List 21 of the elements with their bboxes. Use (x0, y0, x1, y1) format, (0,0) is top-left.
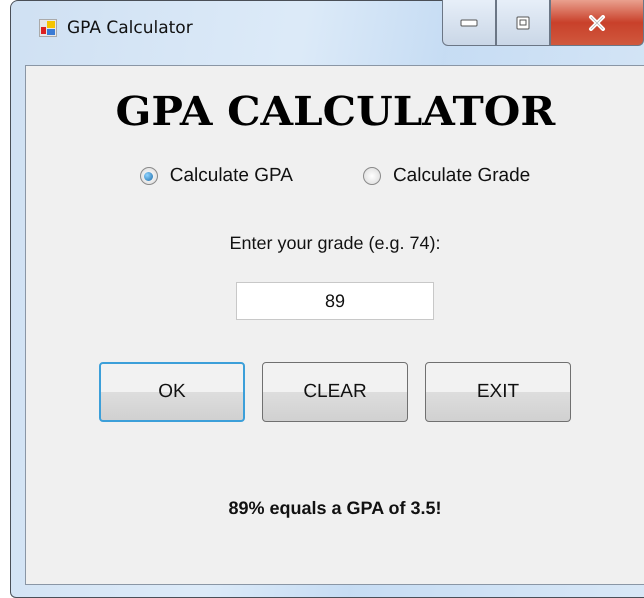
prompt-label: Enter your grade (e.g. 74): (229, 233, 441, 254)
action-button[interactable]: OK (99, 362, 245, 422)
radio-option[interactable]: Calculate Grade (362, 165, 530, 187)
app-icon (39, 19, 57, 37)
window-title: GPA Calculator (67, 18, 193, 38)
radio-label: Calculate Grade (392, 165, 530, 187)
result-message: 89% equals a GPA of 3.5! (228, 498, 442, 519)
radio-button[interactable] (362, 167, 381, 185)
radio-button[interactable] (140, 167, 158, 185)
maximize-icon (516, 16, 530, 30)
maximize-button[interactable] (496, 0, 550, 46)
radio-option[interactable]: Calculate GPA (140, 165, 293, 187)
close-icon (588, 14, 606, 30)
close-button[interactable] (550, 0, 644, 46)
action-button[interactable]: EXIT (425, 362, 571, 422)
radio-label: Calculate GPA (170, 165, 293, 187)
minimize-icon (460, 18, 478, 26)
grade-input-field[interactable]: 89 (236, 282, 434, 320)
action-button[interactable]: CLEAR (262, 362, 408, 422)
minimize-button[interactable] (442, 0, 496, 46)
app-heading: GPA CALCULATOR (115, 88, 555, 135)
